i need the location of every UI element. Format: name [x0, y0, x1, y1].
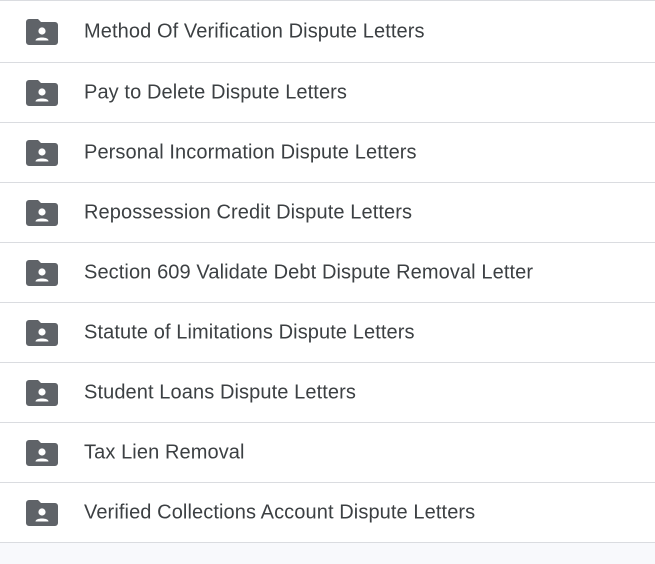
folder-row-repossession[interactable]: Repossession Credit Dispute Letters	[0, 183, 655, 243]
folder-row-tax-lien-removal[interactable]: Tax Lien Removal	[0, 423, 655, 483]
folder-label: Section 609 Validate Debt Dispute Remova…	[84, 261, 534, 283]
shared-folder-icon	[26, 199, 58, 226]
folder-label: Tax Lien Removal	[84, 441, 245, 463]
shared-folder-icon	[26, 499, 58, 526]
folder-row-statute-of-limitations[interactable]: Statute of Limitations Dispute Letters	[0, 303, 655, 363]
shared-folder-icon	[26, 379, 58, 406]
shared-folder-icon	[26, 439, 58, 466]
folder-label: Repossession Credit Dispute Letters	[84, 201, 413, 223]
folder-row-personal-information[interactable]: Personal Incormation Dispute Letters	[0, 123, 655, 183]
folder-row-section-609[interactable]: Section 609 Validate Debt Dispute Remova…	[0, 243, 655, 303]
shared-folder-icon	[26, 259, 58, 286]
shared-folder-icon	[26, 319, 58, 346]
folder-label: Student Loans Dispute Letters	[84, 381, 356, 403]
list-footer-background	[0, 543, 655, 564]
folder-label: Personal Incormation Dispute Letters	[84, 141, 417, 163]
folder-row-verified-collections[interactable]: Verified Collections Account Dispute Let…	[0, 483, 655, 543]
folder-label: Pay to Delete Dispute Letters	[84, 81, 348, 103]
folder-label: Verified Collections Account Dispute Let…	[84, 501, 476, 523]
shared-folder-icon	[26, 139, 58, 166]
folder-list: Method Of Verification Dispute Letters P…	[0, 0, 655, 543]
folder-row-student-loans[interactable]: Student Loans Dispute Letters	[0, 363, 655, 423]
folder-label: Method Of Verification Dispute Letters	[84, 20, 425, 42]
folder-row-method-of-verification[interactable]: Method Of Verification Dispute Letters	[0, 1, 655, 63]
folder-row-pay-to-delete[interactable]: Pay to Delete Dispute Letters	[0, 63, 655, 123]
shared-folder-icon	[26, 18, 58, 45]
shared-folder-icon	[26, 79, 58, 106]
folder-label: Statute of Limitations Dispute Letters	[84, 321, 415, 343]
